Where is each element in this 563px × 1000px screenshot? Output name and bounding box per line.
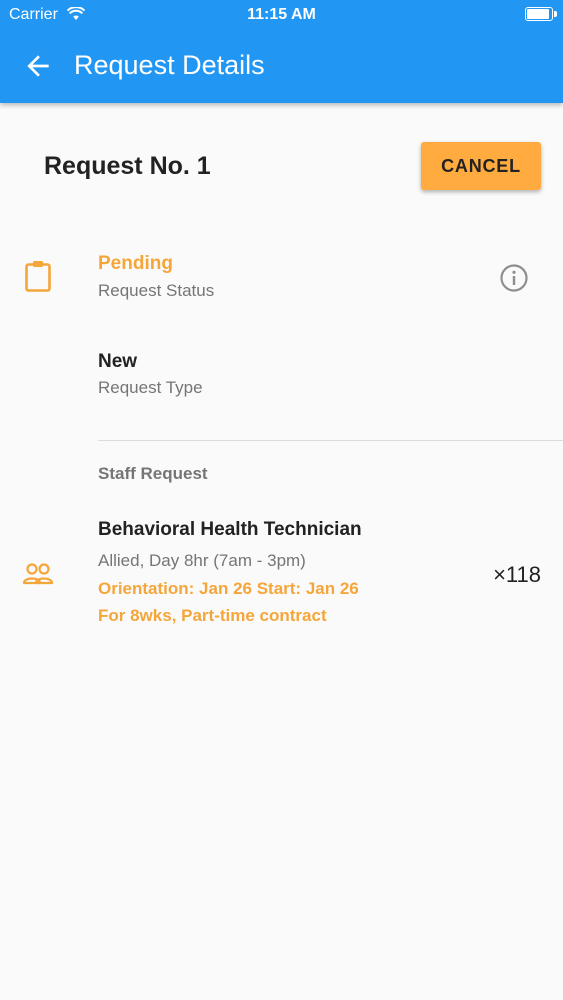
info-icon[interactable] xyxy=(499,263,529,293)
cancel-button[interactable]: CANCEL xyxy=(421,142,541,190)
battery-icon xyxy=(525,7,557,21)
request-type-value: New xyxy=(98,351,138,372)
request-status-value: Pending xyxy=(98,253,173,274)
request-status-label: Request Status xyxy=(98,281,215,300)
people-icon xyxy=(22,563,54,585)
request-title: Request No. 1 xyxy=(44,152,211,180)
staff-shift: Allied, Day 8hr (7am - 3pm) xyxy=(98,551,306,570)
staff-count: ×118 xyxy=(493,562,541,587)
back-arrow-icon[interactable] xyxy=(22,50,54,82)
status-bar: Carrier 11:15 AM xyxy=(0,0,563,30)
staff-request-header: Staff Request xyxy=(98,464,208,483)
staff-position: Behavioral Health Technician xyxy=(98,519,362,540)
divider xyxy=(98,440,563,441)
status-time: 11:15 AM xyxy=(247,6,316,23)
page-title: Request Details xyxy=(74,50,265,80)
request-type-label: Request Type xyxy=(98,378,203,397)
app-bar: Carrier 11:15 AM Request Details xyxy=(0,0,563,103)
clipboard-icon xyxy=(25,261,51,292)
staff-dates: Orientation: Jan 26 Start: Jan 26 xyxy=(98,579,359,598)
staff-duration: For 8wks, Part-time contract xyxy=(98,606,327,625)
